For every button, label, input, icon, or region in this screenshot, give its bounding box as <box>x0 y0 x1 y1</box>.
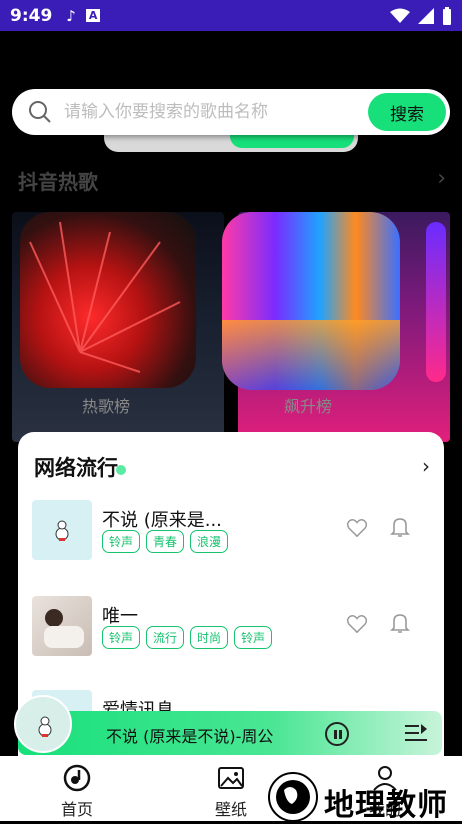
card-label-rising: 飙升榜 <box>284 397 333 416</box>
status-bar: 9:49 ♪ A <box>0 0 462 31</box>
tag[interactable]: 青春 <box>146 530 185 553</box>
wave-overlay <box>222 320 400 390</box>
bell-icon[interactable] <box>390 612 410 634</box>
tag[interactable]: 铃声 <box>102 530 141 553</box>
song-cover <box>32 596 92 656</box>
tag[interactable]: 铃声 <box>102 626 141 649</box>
sheet-chevron-right-icon[interactable]: › <box>422 454 430 478</box>
list-item[interactable]: 不说 (原来是... 铃声 青春 浪漫 <box>32 500 432 562</box>
wifi-icon <box>390 8 410 23</box>
snowman-icon <box>55 520 69 541</box>
title-dot-icon <box>116 465 126 475</box>
sheet-title: 网络流行 <box>34 452 126 482</box>
search-button[interactable]: 搜索 <box>368 93 446 131</box>
song-tags: 铃声 流行 时尚 铃声 <box>102 626 273 649</box>
portrait-icon <box>44 609 84 648</box>
song-cover <box>32 500 92 560</box>
fireworks-icon <box>29 221 181 373</box>
watermark-globe-icon <box>268 772 318 822</box>
search-bar: 搜索 <box>12 89 450 135</box>
music-note-icon: ♪ <box>66 6 76 25</box>
tag[interactable]: 流行 <box>146 626 185 649</box>
heart-icon[interactable] <box>346 518 368 538</box>
heart-icon[interactable] <box>346 614 368 634</box>
nav-home[interactable]: 首页 <box>0 756 154 821</box>
search-input[interactable] <box>64 102 354 122</box>
signal-icon <box>418 7 434 24</box>
hot-chart-cover[interactable] <box>20 212 196 388</box>
watermark-text: 地理教师 <box>324 788 448 823</box>
song-title: 唯一 <box>102 606 138 627</box>
battery-icon <box>443 6 451 25</box>
bell-icon[interactable] <box>390 516 410 538</box>
section-title: 抖音热歌 <box>18 170 98 194</box>
tag[interactable]: 时尚 <box>190 626 229 649</box>
music-disc-icon <box>63 764 91 792</box>
search-icon <box>29 101 51 123</box>
playlist-icon[interactable] <box>405 724 427 742</box>
tag[interactable]: 铃声 <box>234 626 273 649</box>
tag[interactable]: 浪漫 <box>190 530 229 553</box>
chevron-right-icon[interactable]: › <box>437 166 446 191</box>
rising-chart-cover[interactable] <box>222 212 400 390</box>
nav-home-label: 首页 <box>60 800 93 819</box>
player-cover[interactable] <box>14 695 72 753</box>
image-icon <box>218 767 244 789</box>
list-item[interactable]: 唯一 铃声 流行 时尚 铃声 <box>32 596 432 658</box>
status-time: 9:49 <box>10 5 53 26</box>
next-chart-cover[interactable] <box>426 222 446 382</box>
song-title: 不说 (原来是... <box>102 510 222 531</box>
card-label-hot: 热歌榜 <box>82 397 131 416</box>
song-tags: 铃声 青春 浪漫 <box>102 530 229 553</box>
watermark: 地理教师 <box>268 772 458 823</box>
sheet-title-text: 网络流行 <box>34 456 118 480</box>
app-a-icon: A <box>85 9 101 22</box>
pause-icon[interactable] <box>325 722 349 746</box>
player-song-title: 不说 (原来是不说)-周公 <box>106 727 274 746</box>
